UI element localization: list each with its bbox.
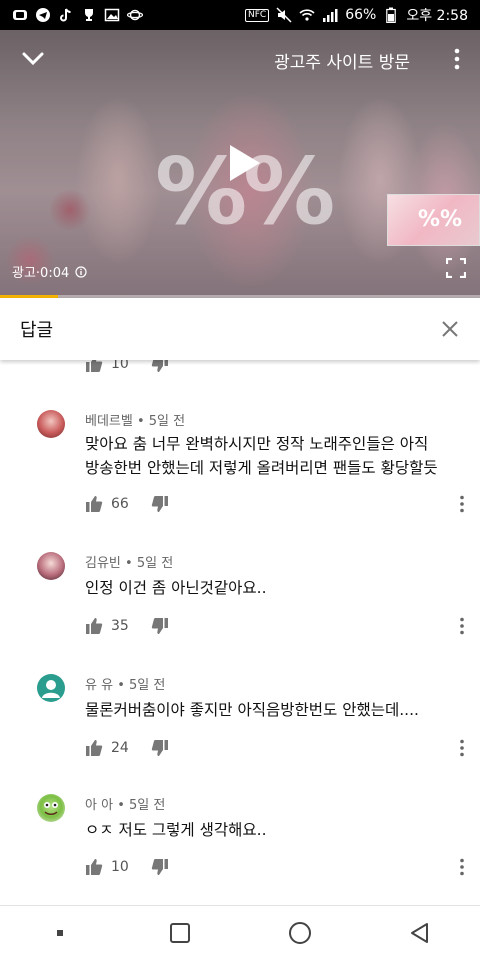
tiktok-icon xyxy=(58,7,74,23)
telegram-icon xyxy=(35,7,51,23)
avatar[interactable] xyxy=(37,410,65,438)
avatar[interactable] xyxy=(37,674,65,702)
image-icon xyxy=(104,7,120,23)
app-notification-icon xyxy=(12,7,28,23)
comment-actions: 24 xyxy=(85,736,465,760)
comment-author[interactable]: 아 아 xyxy=(85,798,113,813)
list-item: 유 유 • 5일 전 물론커버춤이야 좋지만 아직음방한번도 안했는데.... … xyxy=(0,672,480,772)
comment-time: 5일 전 xyxy=(129,678,166,693)
planet-icon xyxy=(127,7,143,23)
comment-actions: 35 xyxy=(85,614,465,638)
thumbs-up-icon[interactable] xyxy=(85,858,103,876)
more-vert-icon[interactable] xyxy=(459,739,465,757)
battery-percent: 66% xyxy=(345,7,377,23)
status-system: NFC 66% 오후 2:58 xyxy=(245,5,468,25)
thumbs-down-icon[interactable] xyxy=(151,858,169,876)
comment-time: 5일 전 xyxy=(148,414,186,429)
system-nav-bar xyxy=(0,905,480,960)
video-player[interactable]: %% 광고주 사이트 방문 %% 광고·0:04 xyxy=(0,30,480,298)
thumbnail-overlay-text: %% xyxy=(418,207,463,232)
comment-text: 인정 이건 좀 아닌것같아요.. xyxy=(85,579,267,597)
ad-time-label: 광고·0:04 xyxy=(12,266,70,281)
clock: 오후 2:58 xyxy=(406,8,468,24)
status-notifications xyxy=(12,7,143,23)
thumbs-up-icon[interactable] xyxy=(85,360,103,373)
visit-advertiser-link[interactable]: 광고주 사이트 방문 xyxy=(274,48,410,73)
more-vert-icon[interactable] xyxy=(459,495,465,513)
nfc-icon: NFC xyxy=(245,8,270,22)
like-count: 10 xyxy=(111,360,129,372)
ad-thumbnail[interactable]: %% xyxy=(387,194,480,246)
close-icon[interactable] xyxy=(440,319,460,339)
thumbs-up-icon[interactable] xyxy=(85,739,103,757)
thumbs-down-icon[interactable] xyxy=(151,495,169,513)
replies-title: 답글 xyxy=(20,320,54,341)
comment-meta: 베데르벨 • 5일 전 xyxy=(85,414,186,429)
comment-time: 5일 전 xyxy=(136,556,174,571)
wifi-icon xyxy=(299,7,315,23)
battery-icon xyxy=(383,7,399,23)
more-vert-icon[interactable] xyxy=(452,48,462,70)
signal-icon xyxy=(322,7,338,23)
comment-meta: 아 아 • 5일 전 xyxy=(85,798,166,813)
comment-author[interactable]: 유 유 xyxy=(85,678,113,693)
comment-meta: 김유빈 • 5일 전 xyxy=(85,556,174,571)
avatar[interactable] xyxy=(37,794,65,822)
list-item: 아 아 • 5일 전 ㅇㅈ 저도 그렇게 생각해요.. 10 xyxy=(0,792,480,902)
replies-header: 답글 xyxy=(0,298,480,360)
nav-dot-icon[interactable] xyxy=(47,920,73,946)
fullscreen-icon[interactable] xyxy=(445,257,467,279)
comment-text: ㅇㅈ 저도 그렇게 생각해요.. xyxy=(85,821,267,839)
like-count: 66 xyxy=(111,496,129,512)
play-icon[interactable] xyxy=(226,143,262,183)
more-vert-icon[interactable] xyxy=(459,617,465,635)
avatar[interactable] xyxy=(37,552,65,580)
chevron-down-icon[interactable] xyxy=(18,44,48,74)
thumbs-down-icon[interactable] xyxy=(151,360,169,373)
info-icon[interactable] xyxy=(75,265,87,278)
mute-icon xyxy=(276,7,292,23)
comment-actions: 10 xyxy=(85,855,465,879)
trophy-icon xyxy=(81,7,97,23)
replies-list[interactable]: 10 베데르벨 • 5일 전 맞아요 춤 너무 완벽하시지만 정작 노래주인들은… xyxy=(0,360,480,905)
like-count: 10 xyxy=(111,859,129,875)
list-item: 김유빈 • 5일 전 인정 이건 좀 아닌것같아요.. 35 xyxy=(0,550,480,650)
comment-actions: 10 xyxy=(85,360,465,376)
like-count: 24 xyxy=(111,740,129,756)
home-icon[interactable] xyxy=(287,920,313,946)
comment-actions: 66 xyxy=(85,492,465,516)
thumbs-down-icon[interactable] xyxy=(151,617,169,635)
list-item: 베데르벨 • 5일 전 맞아요 춤 너무 완벽하시지만 정작 노래주인들은 아직… xyxy=(0,408,480,528)
comment-text: 맞아요 춤 너무 완벽하시지만 정작 노래주인들은 아직 방송한번 안했는데 저… xyxy=(85,435,438,477)
comment-author[interactable]: 김유빈 xyxy=(85,556,121,571)
comment-time: 5일 전 xyxy=(129,798,166,813)
back-icon[interactable] xyxy=(407,920,433,946)
ad-countdown: 광고·0:04 xyxy=(12,262,87,281)
comment-author[interactable]: 베데르벨 xyxy=(85,414,133,429)
comment-text: 물론커버춤이야 좋지만 아직음방한번도 안했는데.... xyxy=(85,701,419,719)
comment-meta: 유 유 • 5일 전 xyxy=(85,678,166,693)
more-vert-icon[interactable] xyxy=(459,858,465,876)
thumbs-up-icon[interactable] xyxy=(85,495,103,513)
recents-icon[interactable] xyxy=(167,920,193,946)
like-count: 35 xyxy=(111,618,129,634)
thumbs-down-icon[interactable] xyxy=(151,739,169,757)
status-bar: NFC 66% 오후 2:58 xyxy=(0,0,480,30)
thumbs-up-icon[interactable] xyxy=(85,617,103,635)
